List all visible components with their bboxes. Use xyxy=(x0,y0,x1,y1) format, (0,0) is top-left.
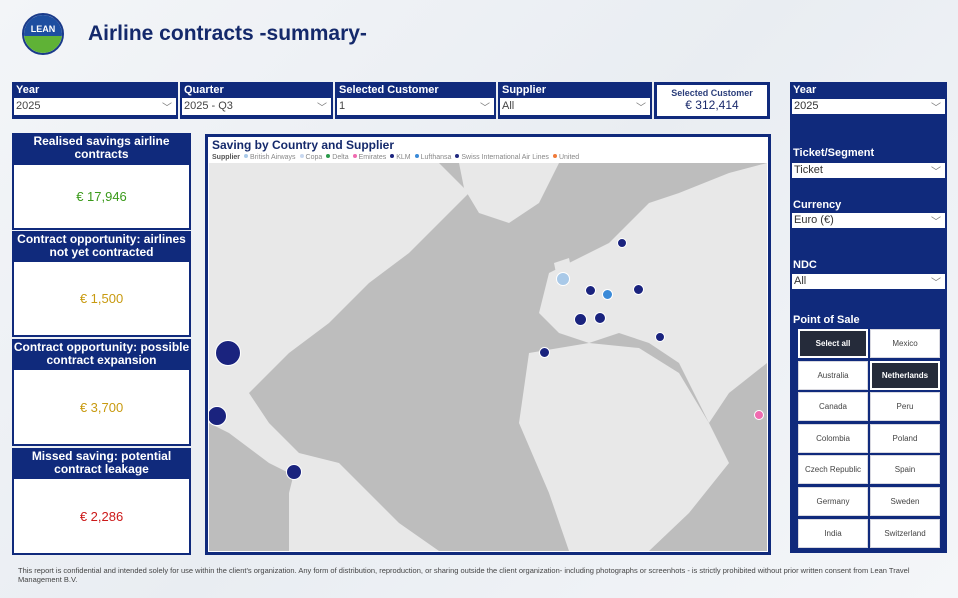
chevron-down-icon: ﹀ xyxy=(162,103,172,114)
legend-item[interactable]: Copa xyxy=(306,154,323,161)
kpi-title-leakage: Missed saving: potential contract leakag… xyxy=(12,448,191,477)
customer-filter[interactable]: Selected Customer 1 ﹀ xyxy=(335,82,496,119)
kpi-value-leakage: € 2,286 xyxy=(12,477,191,555)
map-bubble[interactable] xyxy=(617,238,627,248)
kpi-value-realised: € 17,946 xyxy=(12,163,191,230)
legend-dot xyxy=(414,154,419,158)
pos-option-spain[interactable]: Spain xyxy=(870,455,940,485)
lean-logo: LEAN xyxy=(22,13,64,55)
kpi-title-expansion: Contract opportunity: possible contract … xyxy=(12,339,191,368)
legend-item[interactable]: Delta xyxy=(332,154,348,161)
world-map xyxy=(209,163,767,551)
map-title: Saving by Country and Supplier xyxy=(212,138,395,152)
legend-dot xyxy=(326,154,331,158)
pos-option-sweden[interactable]: Sweden xyxy=(870,487,940,516)
pos-option-india[interactable]: India xyxy=(798,518,868,548)
pos-option-canada[interactable]: Canada xyxy=(798,392,868,422)
pos-option-czech-republic[interactable]: Czech Republic xyxy=(798,455,868,485)
supplier-dropdown[interactable]: All ﹀ xyxy=(500,98,650,115)
legend-item[interactable]: British Airways xyxy=(250,154,296,161)
map-canvas[interactable] xyxy=(209,163,767,551)
legend-item[interactable]: Swiss International Air Lines xyxy=(461,154,549,161)
pos-option-mexico[interactable]: Mexico xyxy=(870,329,940,358)
map-legend: Supplier British Airways Copa Delta Emirates… xyxy=(212,154,580,161)
map-bubble[interactable] xyxy=(573,312,587,326)
year-filter[interactable]: Year 2025 ﹀ xyxy=(12,82,178,119)
map-bubble[interactable] xyxy=(601,288,613,300)
map-bubble[interactable] xyxy=(754,410,764,420)
chevron-down-icon: ﹀ xyxy=(931,278,941,289)
chevron-down-icon: ﹀ xyxy=(636,103,646,114)
pos-option-switzerland[interactable]: Switzerland xyxy=(870,518,940,548)
map-bubble[interactable] xyxy=(538,346,550,358)
legend-item[interactable]: Lufthansa xyxy=(421,154,452,161)
pos-option-colombia[interactable]: Colombia xyxy=(798,423,868,453)
year-dropdown[interactable]: 2025 ﹀ xyxy=(14,98,176,115)
right-year-dropdown[interactable]: 2025 ﹀ xyxy=(792,99,945,114)
pos-option-netherlands[interactable]: Netherlands xyxy=(870,360,940,390)
chevron-down-icon: ﹀ xyxy=(480,103,490,114)
chevron-down-icon: ﹀ xyxy=(931,217,941,228)
legend-dot xyxy=(455,154,460,158)
map-bubble[interactable] xyxy=(655,332,665,342)
disclaimer: This report is confidential and intended… xyxy=(18,566,910,584)
legend-item[interactable]: United xyxy=(559,154,579,161)
chevron-down-icon: ﹀ xyxy=(931,167,941,178)
ticket-segment-dropdown[interactable]: Ticket ﹀ xyxy=(792,163,945,178)
map-bubble[interactable] xyxy=(632,283,644,295)
quarter-dropdown[interactable]: 2025 - Q3 ﹀ xyxy=(182,98,331,115)
pos-option-peru[interactable]: Peru xyxy=(870,392,940,422)
currency-dropdown[interactable]: Euro (€) ﹀ xyxy=(792,213,945,228)
pos-option-poland[interactable]: Poland xyxy=(870,423,940,453)
legend-item[interactable]: Emirates xyxy=(359,154,387,161)
map-bubble[interactable] xyxy=(556,272,570,286)
legend-dot xyxy=(352,154,357,158)
map-bubble[interactable] xyxy=(286,464,302,480)
map-bubble[interactable] xyxy=(584,284,596,296)
quarter-filter[interactable]: Quarter 2025 - Q3 ﹀ xyxy=(180,82,333,119)
pos-option-australia[interactable]: Australia xyxy=(798,360,868,390)
legend-dot xyxy=(299,154,304,158)
legend-dot xyxy=(552,154,557,158)
pos-option-germany[interactable]: Germany xyxy=(798,487,868,516)
map-panel: Saving by Country and Supplier Supplier B… xyxy=(205,134,771,555)
selected-customer-card: Selected Customer € 312,414 xyxy=(654,82,770,119)
ndc-dropdown[interactable]: All ﹀ xyxy=(792,274,945,289)
customer-dropdown[interactable]: 1 ﹀ xyxy=(337,98,494,115)
legend-item[interactable]: KLM xyxy=(396,154,410,161)
pos-option-select-all[interactable]: Select all xyxy=(798,329,868,358)
kpi-title-not-contracted: Contract opportunity: airlines not yet c… xyxy=(12,231,191,260)
kpi-value-not-contracted: € 1,500 xyxy=(12,260,191,337)
page-title: Airline contracts -summary- xyxy=(88,22,367,45)
legend-dot xyxy=(244,154,249,158)
chevron-down-icon: ﹀ xyxy=(317,103,327,114)
map-bubble[interactable] xyxy=(215,340,241,366)
kpi-title-realised: Realised savings airline contracts xyxy=(12,133,191,163)
legend-dot xyxy=(390,154,395,158)
chevron-down-icon: ﹀ xyxy=(931,103,941,114)
map-bubble[interactable] xyxy=(594,312,606,324)
kpi-value-expansion: € 3,700 xyxy=(12,368,191,446)
right-filter-panel: Year 2025 ﹀ Ticket/Segment Ticket ﹀ Curren… xyxy=(790,82,947,553)
supplier-filter[interactable]: Supplier All ﹀ xyxy=(498,82,652,119)
